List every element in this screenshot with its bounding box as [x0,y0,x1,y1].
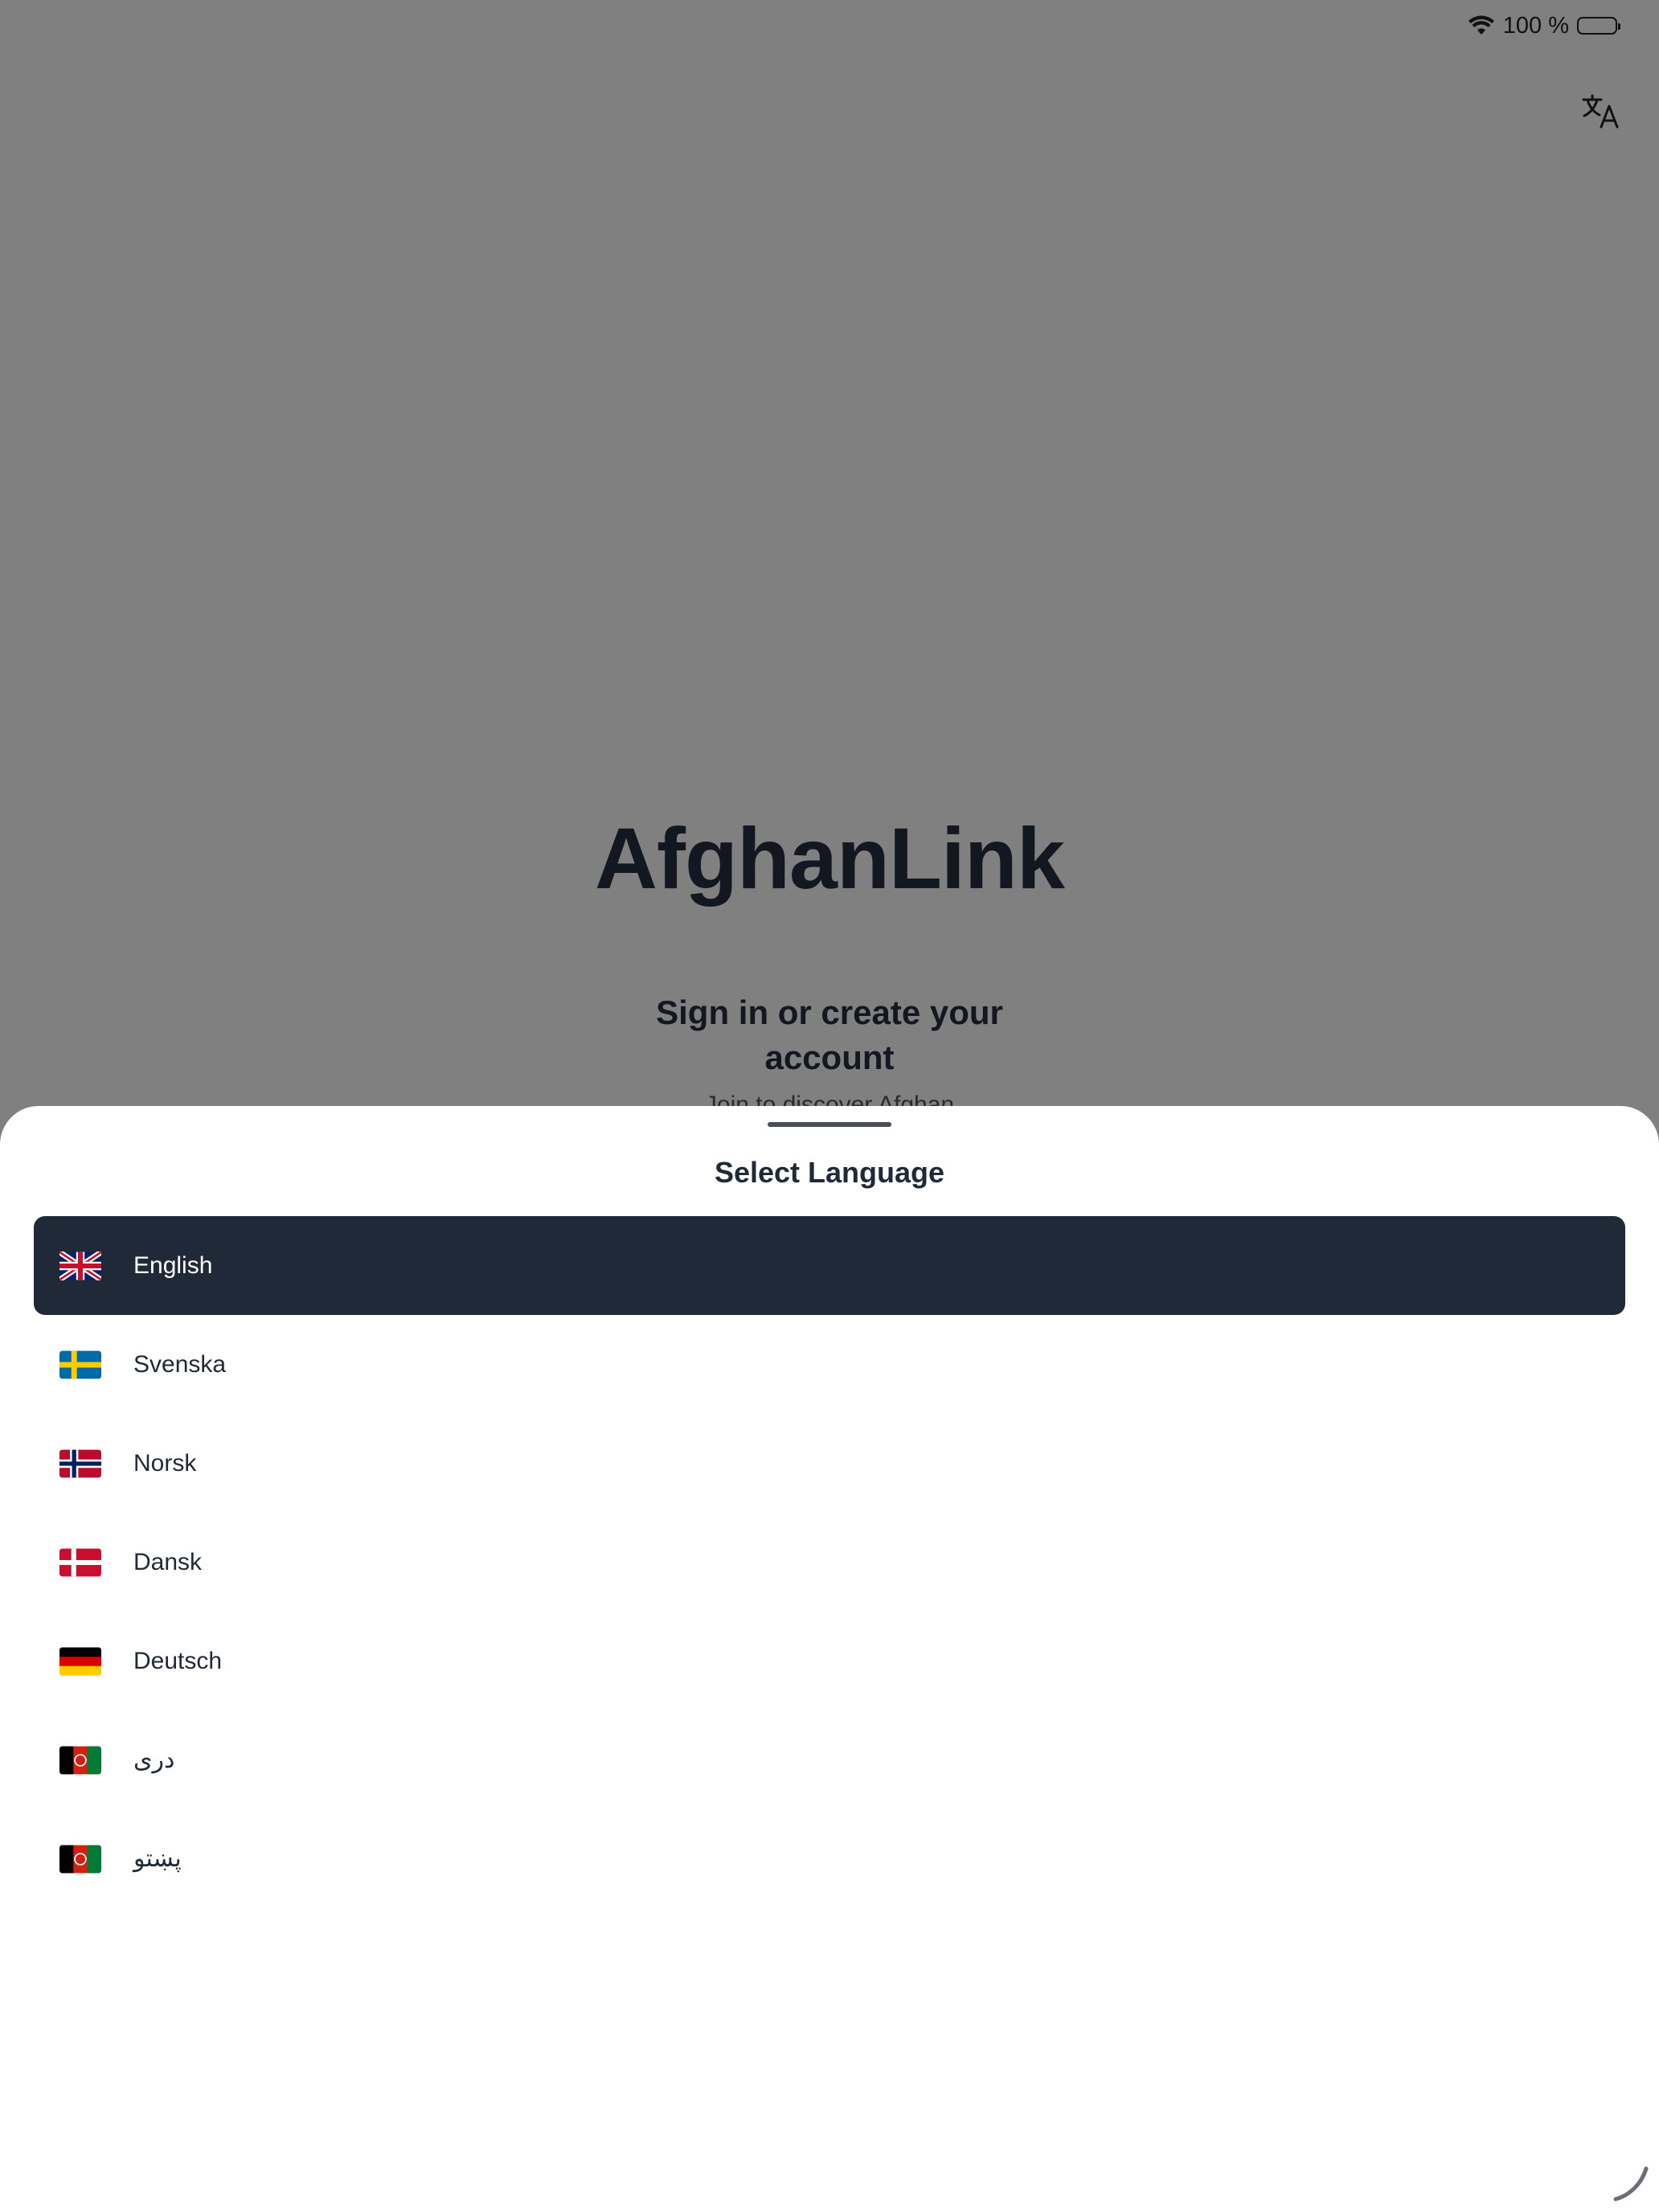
language-option-english[interactable]: English [34,1216,1625,1315]
language-label: Dansk [133,1548,203,1575]
sheet-grabber[interactable] [768,1122,891,1127]
partial-description: Join to discover Afghan [704,1092,955,1106]
language-list: English Svenska Norsk Dansk Deutsch دری … [34,1216,1625,1908]
language-option-dansk[interactable]: Dansk [34,1513,1625,1612]
language-label: Norsk [133,1449,197,1477]
language-label: دری [133,1747,175,1773]
status-bar: 100 % [1468,11,1620,40]
afghanistan-flag-icon [59,1845,101,1873]
afghanistan-flag-icon [59,1746,101,1774]
language-option-pashto[interactable]: پښتو [34,1809,1625,1908]
denmark-flag-icon [59,1548,101,1576]
norway-flag-icon [59,1449,101,1477]
sheet-title: Select Language [714,1156,945,1189]
uk-flag-icon [59,1251,101,1280]
language-option-svenska[interactable]: Svenska [34,1315,1625,1414]
battery-icon [1577,17,1620,35]
language-label: English [133,1251,213,1279]
language-label: پښتو [133,1845,182,1872]
language-option-dari[interactable]: دری [34,1710,1625,1809]
language-bottom-sheet: Select Language English Svenska Norsk Da… [0,1106,1659,2212]
resize-handle-icon[interactable] [1611,2164,1651,2204]
language-option-deutsch[interactable]: Deutsch [34,1612,1625,1710]
translate-button[interactable] [1572,87,1628,135]
germany-flag-icon [59,1647,101,1675]
language-label: Deutsch [133,1647,223,1674]
battery-percentage: 100 % [1502,12,1569,39]
app-title: AfghanLink [595,809,1065,907]
sweden-flag-icon [59,1350,101,1378]
wifi-icon [1468,15,1494,35]
language-option-norsk[interactable]: Norsk [34,1414,1625,1513]
language-label: Svenska [133,1350,227,1378]
translate-icon [1582,94,1619,129]
page-subtitle: Sign in or create your account [656,993,1003,1076]
